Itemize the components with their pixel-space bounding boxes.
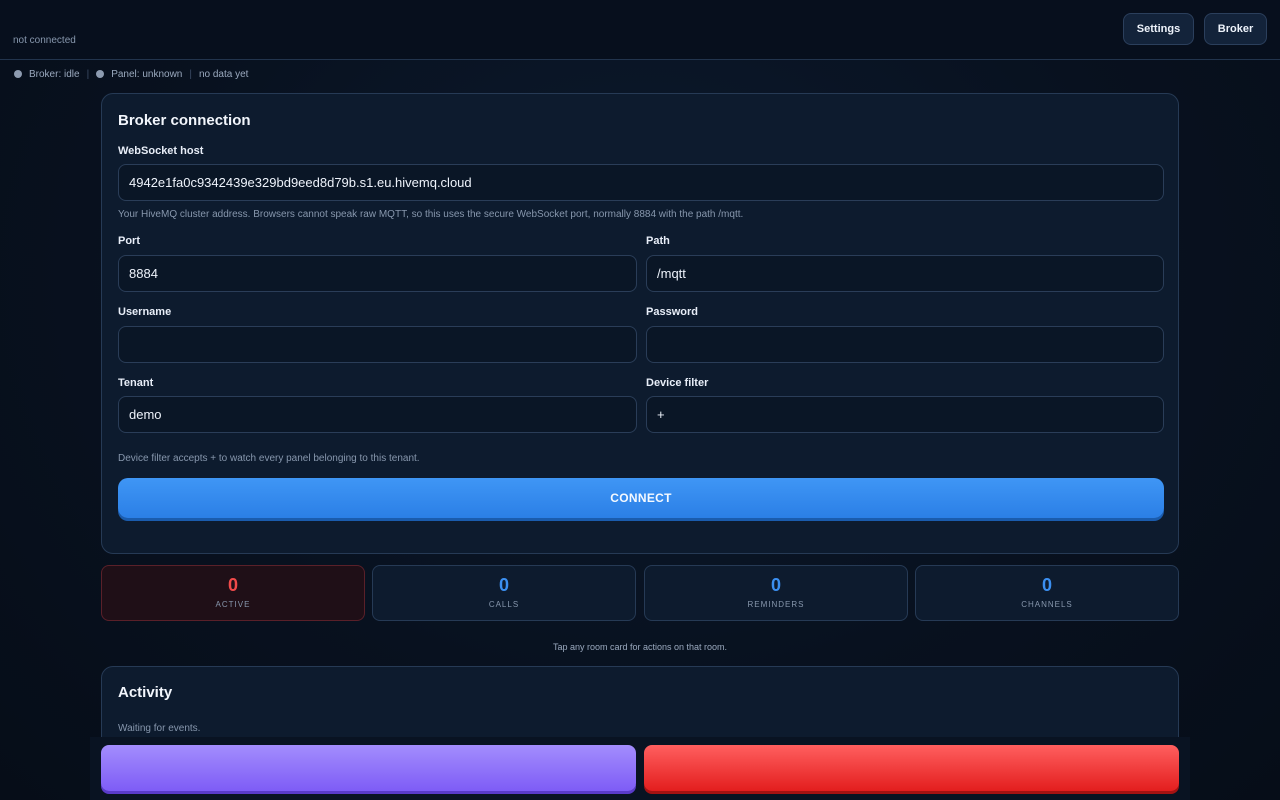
device-filter-input[interactable] (646, 396, 1164, 433)
host-input[interactable] (118, 164, 1164, 201)
broker-status: Broker: idle (29, 68, 80, 80)
activity-empty-text: Waiting for events. (118, 723, 201, 734)
broker-card-title: Broker connection (118, 112, 251, 129)
primary-action-button[interactable] (101, 745, 636, 791)
stat-active-label: ACTIVE (215, 600, 251, 609)
panel-status-dot (96, 70, 105, 78)
stat-calls-value: 0 (498, 575, 509, 595)
port-input[interactable] (118, 255, 637, 292)
activity-title: Activity (118, 684, 173, 701)
stat-channels-label: CHANNELS (1021, 600, 1073, 609)
settings-button[interactable]: Settings (1123, 13, 1194, 45)
top-bar: not connected Settings Broker (0, 0, 1280, 60)
device-filter-label: Device filter (646, 377, 709, 389)
stat-calls-label: CALLS (488, 600, 520, 609)
stat-reminders-label: REMINDERS (747, 600, 805, 609)
port-label: Port (118, 235, 140, 247)
stat-channels-value: 0 (1041, 575, 1052, 595)
path-input[interactable] (646, 255, 1164, 292)
stat-reminders: 0 REMINDERS (644, 565, 908, 621)
broker-button[interactable]: Broker (1204, 13, 1267, 45)
username-label: Username (118, 306, 172, 318)
room-card-hint: Tap any room card for actions on that ro… (552, 642, 728, 652)
stat-calls: 0 CALLS (372, 565, 636, 621)
status-line: Broker: idle | Panel: unknown | no data … (14, 68, 248, 80)
host-label: WebSocket host (118, 145, 204, 157)
host-hint: Your HiveMQ cluster address. Browsers ca… (118, 209, 744, 220)
status-separator: | (189, 68, 192, 80)
stat-active-value: 0 (227, 575, 238, 595)
tenant-input[interactable] (118, 396, 637, 433)
data-status: no data yet (198, 68, 249, 80)
connection-state: not connected (13, 35, 76, 46)
stat-reminders-value: 0 (770, 575, 781, 595)
broker-status-dot (14, 70, 22, 78)
username-input[interactable] (118, 326, 637, 363)
broker-connection-card: Broker connection WebSocket host Your Hi… (101, 93, 1179, 554)
connect-button[interactable]: CONNECT (118, 478, 1164, 518)
tenant-label: Tenant (118, 377, 154, 389)
device-filter-hint: Device filter accepts + to watch every p… (118, 453, 420, 464)
stat-active: 0 ACTIVE (101, 565, 365, 621)
path-label: Path (646, 235, 670, 247)
password-label: Password (646, 306, 698, 318)
password-input[interactable] (646, 326, 1164, 363)
danger-action-button[interactable] (644, 745, 1179, 791)
panel-status: Panel: unknown (111, 68, 183, 80)
bottom-action-bar (90, 737, 1190, 800)
stat-channels: 0 CHANNELS (915, 565, 1179, 621)
status-separator: | (86, 68, 90, 80)
